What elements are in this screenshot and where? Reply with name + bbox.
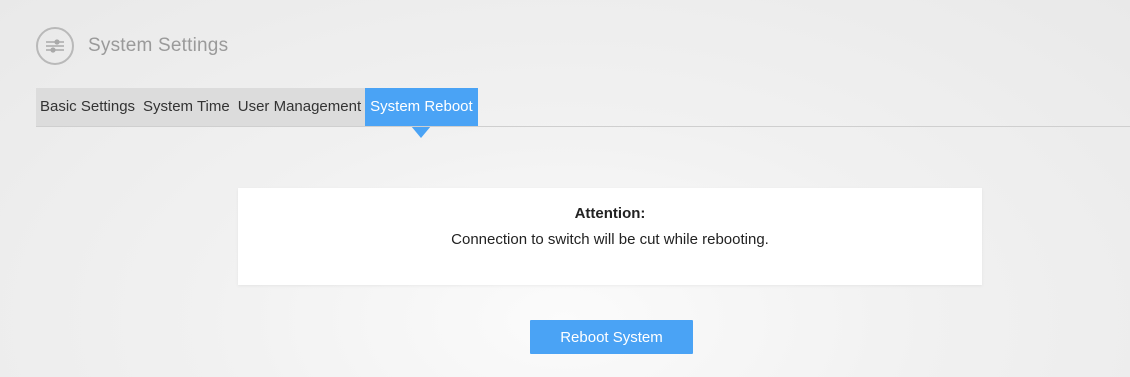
settings-sliders-icon [36,27,74,65]
attention-notice: Attention: Connection to switch will be … [238,188,982,285]
notice-message: Connection to switch will be cut while r… [451,231,769,248]
reboot-system-button[interactable]: Reboot System [530,320,693,354]
page-header: System Settings [36,26,228,66]
system-settings-page: System Settings Basic Settings System Ti… [0,0,1130,377]
tab-system-time[interactable]: System Time [139,88,234,126]
page-title: System Settings [88,35,229,56]
notice-title: Attention: [574,205,646,222]
tab-basic-settings[interactable]: Basic Settings [36,88,140,126]
settings-tabs: Basic Settings System Time User Manageme… [36,88,478,138]
tab-divider [36,126,1130,127]
tab-system-reboot[interactable]: System Reboot [365,88,478,138]
tab-user-management[interactable]: User Management [233,88,366,126]
